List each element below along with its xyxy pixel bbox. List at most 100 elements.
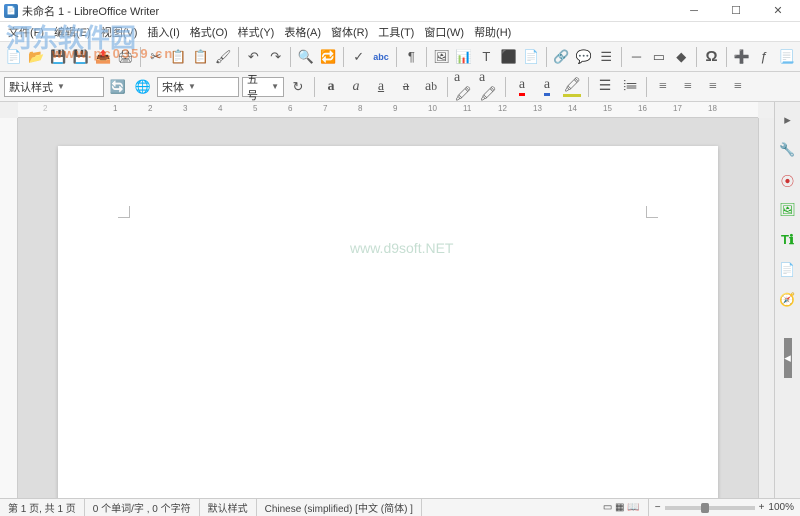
menu-insert[interactable]: 插入(I)	[143, 22, 183, 42]
work-area	[0, 118, 774, 498]
plus-button[interactable]: ➕	[732, 46, 751, 68]
margin-crop-tr	[646, 206, 658, 218]
line-button[interactable]: ─	[627, 46, 646, 68]
menu-edit[interactable]: 编辑(E)	[50, 22, 95, 42]
minimize-button[interactable]: ─	[680, 2, 708, 20]
find-button[interactable]: 🔍	[296, 46, 315, 68]
menu-file[interactable]: 文件(F)	[4, 22, 48, 42]
vertical-ruler[interactable]	[0, 118, 18, 498]
status-page[interactable]: 第 1 页, 共 1 页	[0, 499, 85, 516]
properties-icon[interactable]: 🔧	[778, 140, 798, 160]
zoom-value[interactable]: 100%	[768, 502, 794, 513]
menu-styles[interactable]: 样式(Y)	[234, 22, 279, 42]
replace-button[interactable]: 🔁	[319, 46, 338, 68]
separator	[426, 47, 427, 67]
navigator-icon[interactable]: Tℹ	[778, 230, 798, 250]
underline-button[interactable]: a	[370, 76, 392, 98]
header-button[interactable]: ☰	[597, 46, 616, 68]
saveas-button[interactable]: 💾	[71, 46, 90, 68]
status-style[interactable]: 默认样式	[200, 499, 257, 516]
omega-button[interactable]: Ω	[702, 46, 721, 68]
separator	[290, 47, 291, 67]
spell-button[interactable]: ✓	[349, 46, 368, 68]
menu-view[interactable]: 视图(V)	[97, 22, 142, 42]
font-name-combo[interactable]: 宋体▼	[157, 77, 239, 97]
hilite2-button[interactable]: a🖍	[478, 76, 500, 98]
cut-button[interactable]: ✂	[146, 46, 165, 68]
numbers-button[interactable]: ⦙☰	[619, 76, 641, 98]
status-language[interactable]: Chinese (simplified) [中文 (简体) ]	[257, 499, 422, 516]
formatmarks-button[interactable]: ¶	[402, 46, 421, 68]
paragraph-style-combo[interactable]: 默认样式▼	[4, 77, 104, 97]
close-button[interactable]: ✕	[764, 2, 792, 20]
clone-button[interactable]: 🖌	[213, 46, 232, 68]
document-area[interactable]	[18, 118, 758, 498]
chart-button[interactable]: 📊	[454, 46, 473, 68]
print-button[interactable]: 🖨	[116, 46, 135, 68]
vertical-scrollbar[interactable]	[758, 118, 774, 498]
sidebar-toggle-icon[interactable]: ▸	[778, 110, 798, 130]
refresh-button[interactable]: ↻	[287, 76, 309, 98]
status-words[interactable]: 0 个单词/字 , 0 个字符	[85, 499, 200, 516]
alignj-button[interactable]: ≡	[727, 76, 749, 98]
separator	[588, 77, 589, 97]
font-size-combo[interactable]: 五号▼	[242, 77, 284, 97]
separator	[238, 47, 239, 67]
abc-button[interactable]: abc	[371, 46, 390, 68]
menu-help[interactable]: 帮助(H)	[470, 22, 515, 42]
horizontal-ruler[interactable]: 12123456789101112131415161718	[18, 102, 758, 118]
link-button[interactable]: 🔗	[552, 46, 571, 68]
bullets-button[interactable]: ☰	[594, 76, 616, 98]
rect-button[interactable]: ▭	[649, 46, 668, 68]
alignr-button[interactable]: ≡	[702, 76, 724, 98]
zoom-out-icon[interactable]: −	[655, 502, 661, 513]
page-button[interactable]: 📄	[521, 46, 540, 68]
redo-button[interactable]: ↷	[266, 46, 285, 68]
sidebar-collapse-icon[interactable]: ◂	[784, 338, 792, 378]
export-button[interactable]: 📤	[94, 46, 113, 68]
comment-button[interactable]: 💬	[574, 46, 593, 68]
app-icon: 📄	[4, 4, 18, 18]
doc-button[interactable]: 📃	[777, 46, 796, 68]
undo-button[interactable]: ↶	[244, 46, 263, 68]
alignl-button[interactable]: ≡	[652, 76, 674, 98]
copy-button[interactable]: 📋	[169, 46, 188, 68]
open-button[interactable]: 📂	[26, 46, 45, 68]
separator	[546, 47, 547, 67]
menu-bar: 文件(F)编辑(E)视图(V)插入(I)格式(O)样式(Y)表格(A)窗体(R)…	[0, 22, 800, 42]
new-style-button[interactable]: 🌐	[132, 76, 154, 98]
super-button[interactable]: ab	[420, 76, 442, 98]
menu-window[interactable]: 窗口(W)	[420, 22, 468, 42]
zoom-slider[interactable]	[665, 506, 755, 510]
object-button[interactable]: ⬛	[499, 46, 518, 68]
strike-button[interactable]: a	[395, 76, 417, 98]
status-view-icons[interactable]: ▭ ▦ 📖	[595, 499, 649, 516]
fx-button[interactable]: ƒ	[754, 46, 773, 68]
text-button[interactable]: T	[477, 46, 496, 68]
update-style-button[interactable]: 🔄	[107, 76, 129, 98]
menu-table[interactable]: 表格(A)	[280, 22, 325, 42]
image-button[interactable]: 🖼	[432, 46, 451, 68]
bold-button[interactable]: a	[320, 76, 342, 98]
clipboard-icon[interactable]: 🧭	[778, 290, 798, 310]
italic-button[interactable]: a	[345, 76, 367, 98]
page-icon[interactable]: 📄	[778, 260, 798, 280]
menu-form[interactable]: 窗体(R)	[327, 22, 372, 42]
paste-button[interactable]: 📋	[191, 46, 210, 68]
save-button[interactable]: 💾	[49, 46, 68, 68]
zoom-in-icon[interactable]: +	[759, 502, 765, 513]
hilitecolor-button[interactable]: 🖍	[561, 76, 583, 98]
styles-icon[interactable]: ⦿	[778, 170, 798, 190]
fontcolor-button[interactable]: a	[511, 76, 533, 98]
menu-tools[interactable]: 工具(T)	[374, 22, 418, 42]
zoom-control[interactable]: − + 100%	[649, 502, 800, 513]
menu-format[interactable]: 格式(O)	[186, 22, 232, 42]
maximize-button[interactable]: ☐	[722, 2, 750, 20]
new-button[interactable]: 📄	[4, 46, 23, 68]
fontcolor2-button[interactable]: a	[536, 76, 558, 98]
alignc-button[interactable]: ≡	[677, 76, 699, 98]
gallery-icon[interactable]: 🖼	[778, 200, 798, 220]
basic-button[interactable]: ◆	[672, 46, 691, 68]
hilite-button[interactable]: a🖍	[453, 76, 475, 98]
page[interactable]	[58, 146, 718, 498]
